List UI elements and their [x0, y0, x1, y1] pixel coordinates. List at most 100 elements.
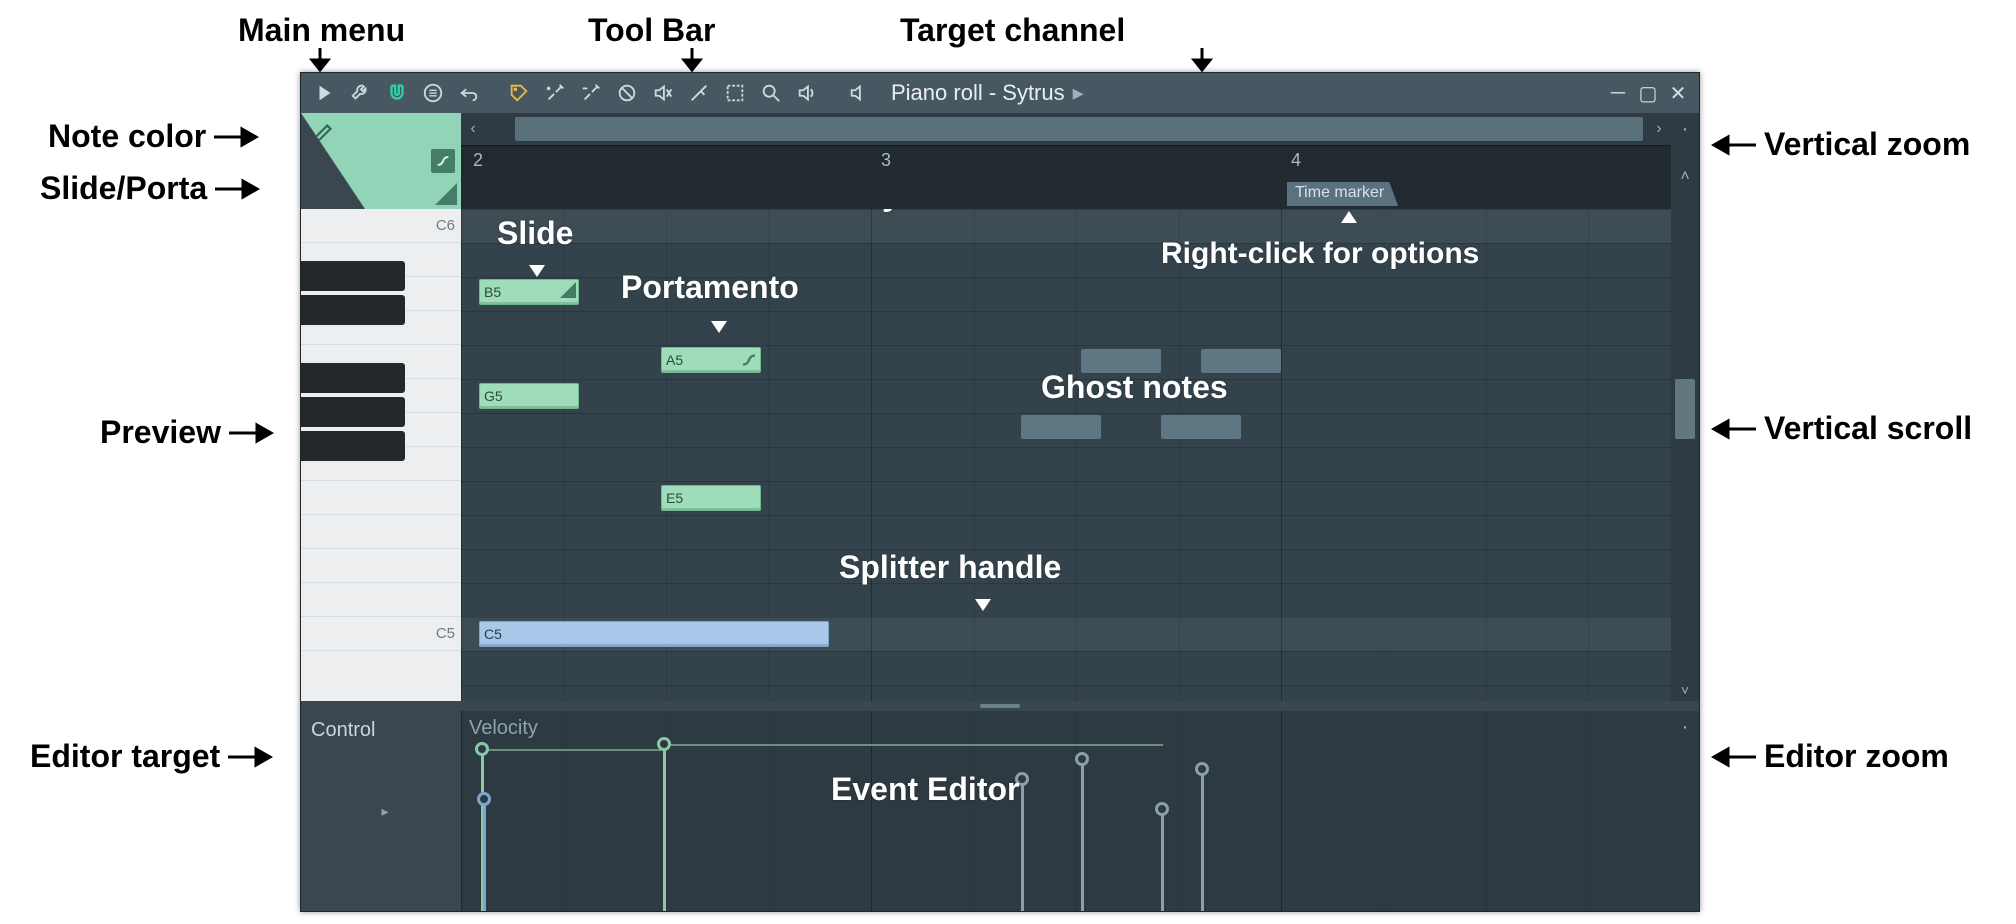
playback-tool-button[interactable]	[791, 77, 823, 109]
bar-number: 4	[1291, 150, 1301, 171]
chevron-right-icon: ▸	[381, 803, 388, 820]
hscroll-left-button[interactable]: ‹	[461, 113, 485, 145]
velocity-bar[interactable]	[1201, 771, 1204, 911]
arrow-right-icon	[226, 745, 274, 769]
piano-roll-window: Piano roll - Sytrus ▸ ─ ▢ ✕ ‹ › ·	[300, 72, 1700, 912]
note-color-corner[interactable]	[301, 113, 461, 145]
arrow-down-icon	[971, 587, 995, 615]
vscroll-thumb[interactable]	[1675, 379, 1695, 439]
window-title[interactable]: Piano roll - Sytrus	[891, 80, 1065, 106]
black-key[interactable]	[301, 295, 405, 325]
arrow-right-icon	[212, 125, 260, 149]
note-label: C5	[484, 626, 502, 642]
tools-button[interactable]	[345, 77, 377, 109]
velocity-handle[interactable]	[1195, 762, 1209, 776]
vertical-zoom-button[interactable]: ·	[1671, 113, 1699, 145]
editor-zoom-button[interactable]: ·	[1671, 711, 1699, 743]
velocity-bar[interactable]	[483, 801, 486, 911]
note-label: A5	[666, 352, 683, 368]
vscroll-down-button[interactable]: ˅	[1671, 679, 1699, 701]
maximize-button[interactable]: ▢	[1633, 78, 1663, 108]
velocity-bar[interactable]	[663, 746, 666, 911]
slide-toggle-icon[interactable]	[435, 183, 457, 205]
splitter-grip-icon	[980, 704, 1020, 708]
arrow-left-icon	[1710, 417, 1758, 441]
minimize-button[interactable]: ─	[1603, 78, 1633, 108]
close-button[interactable]: ✕	[1663, 78, 1693, 108]
event-target-label: Control	[311, 719, 375, 742]
note-label: B5	[484, 284, 501, 300]
main-area: C6 C5 B5 A5	[301, 209, 1699, 701]
slice-tool-button[interactable]	[683, 77, 715, 109]
speaker-icon	[796, 82, 818, 104]
undo-button[interactable]	[453, 77, 485, 109]
piano-keys[interactable]: C6 C5	[301, 209, 461, 701]
velocity-handle[interactable]	[475, 742, 489, 756]
select-icon	[724, 82, 746, 104]
time-marker-label: Time marker	[1295, 184, 1384, 201]
channel-icon	[848, 82, 870, 104]
main-menu-button[interactable]	[309, 77, 341, 109]
annot-vertical-zoom: Vertical zoom	[1710, 126, 1970, 163]
snap-button[interactable]	[381, 77, 413, 109]
velocity-handle[interactable]	[477, 792, 491, 806]
tag-icon	[508, 82, 530, 104]
hscroll-right-button[interactable]: ›	[1647, 113, 1671, 145]
brush-minus-icon	[580, 82, 602, 104]
annot-portamento: Portamento	[621, 269, 799, 306]
zoom-tool-button[interactable]	[755, 77, 787, 109]
mute-tool-button[interactable]	[647, 77, 679, 109]
select-tool-button[interactable]	[719, 77, 751, 109]
note-a5[interactable]: A5	[661, 347, 761, 373]
annot-slide: Slide	[497, 215, 573, 252]
vscroll-up-button[interactable]: ˄	[1671, 145, 1699, 209]
magnet-icon	[386, 82, 408, 104]
time-marker[interactable]: Time marker	[1287, 182, 1398, 206]
black-key[interactable]	[301, 397, 405, 427]
velocity-line	[663, 744, 1163, 746]
note-g5[interactable]: G5	[479, 383, 579, 409]
target-channel-button[interactable]	[843, 77, 875, 109]
annot-editor-zoom: Editor zoom	[1710, 738, 1949, 775]
annot-main-menu: Main menu	[238, 12, 405, 49]
titlebar: Piano roll - Sytrus ▸ ─ ▢ ✕	[301, 73, 1699, 113]
add-tool-button[interactable]	[539, 77, 571, 109]
annot-tool-bar: Tool Bar	[588, 12, 715, 49]
vertical-scrollbar[interactable]: ˅	[1671, 209, 1699, 701]
note-grid[interactable]: B5 A5 G5 E5 C5 Play	[461, 209, 1671, 701]
brush-plus-icon	[544, 82, 566, 104]
porta-toggle-icon[interactable]	[431, 149, 455, 173]
black-key[interactable]	[301, 363, 405, 393]
velocity-handle[interactable]	[657, 737, 671, 751]
velocity-handle[interactable]	[1155, 802, 1169, 816]
mute-icon	[652, 82, 674, 104]
bar-number: 2	[473, 150, 483, 171]
annot-splitter: Splitter handle	[839, 549, 1061, 586]
note-c5[interactable]: C5	[479, 621, 829, 647]
arrow-down-icon	[707, 309, 731, 337]
velocity-bar[interactable]	[1161, 811, 1164, 911]
event-body[interactable]: Velocity Event Editor	[461, 711, 1671, 911]
event-target-selector[interactable]: Control ▸	[301, 711, 461, 911]
remove-tool-button[interactable]	[575, 77, 607, 109]
velocity-bar[interactable]	[1081, 761, 1084, 911]
note-b5[interactable]: B5	[479, 279, 579, 305]
timeline[interactable]: 2 3 4 Time marker	[461, 145, 1671, 209]
arrow-left-icon	[1710, 745, 1758, 769]
stamp-button[interactable]	[503, 77, 535, 109]
black-key[interactable]	[301, 431, 405, 461]
annot-preview: Preview	[100, 414, 275, 451]
velocity-bar[interactable]	[1021, 781, 1024, 911]
note-label: E5	[666, 490, 683, 506]
event-editor: Control ▸ Velocity Event Editor	[301, 711, 1699, 911]
velocity-handle[interactable]	[1075, 752, 1089, 766]
note-e5[interactable]: E5	[661, 485, 761, 511]
hscroll-thumb[interactable]	[515, 117, 1643, 141]
annot-slide-porta: Slide/Porta	[40, 170, 261, 207]
hscroll-track[interactable]	[485, 113, 1647, 145]
disable-tool-button[interactable]	[611, 77, 643, 109]
black-key[interactable]	[301, 261, 405, 291]
splitter-handle[interactable]	[301, 701, 1699, 711]
options-button[interactable]	[417, 77, 449, 109]
ghost-note	[1021, 415, 1101, 439]
